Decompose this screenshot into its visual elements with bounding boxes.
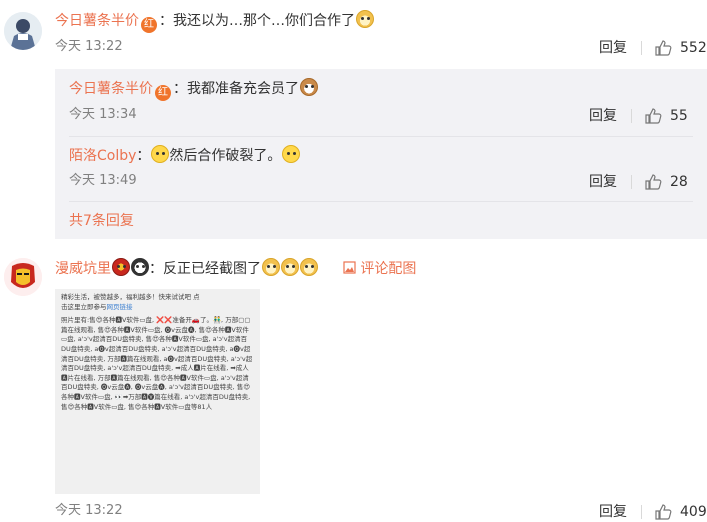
comment-image[interactable]: 精彩生活，被赞越多，福利越多！快来试试吧 点 击这里立即参与网页链接 照片里有:… xyxy=(55,289,260,494)
vip-badge-icon: 红 xyxy=(155,85,171,101)
doge-emoji-icon xyxy=(356,10,374,28)
reply-line: 陌洛Colby： 然后合作破裂了。 xyxy=(69,145,301,166)
avatar[interactable] xyxy=(4,258,42,296)
divider xyxy=(69,201,693,202)
thumbs-up-icon xyxy=(645,108,662,124)
doge-emoji-icon xyxy=(300,258,318,276)
like-count: 55 xyxy=(670,108,688,124)
like-count: 552 xyxy=(680,40,707,56)
image-text: 击这里立即参与网页链接 xyxy=(61,302,133,311)
like-button[interactable]: 552 xyxy=(641,39,707,57)
like-button[interactable]: 28 xyxy=(631,173,688,191)
username-link[interactable]: 陌洛Colby xyxy=(69,148,136,164)
reply-time: 今天 13:49 xyxy=(69,173,137,188)
reply-line: 今日薯条半价红：我都准备充会员了 xyxy=(69,78,318,101)
ironman-badge-icon xyxy=(112,258,130,276)
comment-line: 漫威坑里 ：反正已经截图了 评论配图 xyxy=(55,258,416,279)
cat-emoji-icon xyxy=(300,78,318,96)
thumbs-up-icon xyxy=(655,40,672,56)
comment-line: 今日薯条半价红：我还以为…那个…你们合作了 xyxy=(55,10,374,33)
divider xyxy=(631,109,632,123)
thumbs-up-icon xyxy=(655,504,672,520)
vip-badge-icon: 红 xyxy=(141,17,157,33)
doge-emoji-icon xyxy=(262,258,280,276)
username-link[interactable]: 今日薯条半价 xyxy=(69,81,153,97)
laugh-emoji-icon xyxy=(282,145,301,163)
comment-image-link[interactable]: 评论配图 xyxy=(360,261,416,277)
reply-button[interactable]: 回复 xyxy=(599,503,627,521)
eye-roll-emoji-icon xyxy=(151,145,170,163)
divider xyxy=(631,175,632,189)
comment-time: 今天 13:22 xyxy=(55,503,123,518)
reply-text: ： xyxy=(136,148,151,164)
doge-emoji-icon xyxy=(281,258,299,276)
username-link[interactable]: 今日薯条半价 xyxy=(55,13,139,29)
image-icon xyxy=(343,261,356,274)
reply-text: 然后合作破裂了。 xyxy=(169,148,282,164)
divider xyxy=(641,505,642,519)
thumbs-up-icon xyxy=(645,174,662,190)
username-link[interactable]: 漫威坑里 xyxy=(55,261,111,277)
divider xyxy=(641,41,642,55)
avatar[interactable] xyxy=(4,12,42,50)
like-count: 409 xyxy=(680,504,707,520)
divider xyxy=(69,136,693,137)
like-button[interactable]: 55 xyxy=(631,107,688,125)
comment-text: ：我还以为…那个…你们合作了 xyxy=(159,13,355,29)
reply-button[interactable]: 回复 xyxy=(589,173,617,191)
image-text: 精彩生活，被赞越多，福利越多！快来试试吧 点 xyxy=(61,293,200,301)
reply-button[interactable]: 回复 xyxy=(589,107,617,125)
more-replies-link[interactable]: 共7条回复 xyxy=(69,211,134,231)
reply-text: ：我都准备充会员了 xyxy=(173,81,299,97)
comment-text: ：反正已经截图了 xyxy=(149,261,261,277)
panda-badge-icon xyxy=(131,258,149,276)
comment-time: 今天 13:22 xyxy=(55,39,123,54)
reply-time: 今天 13:34 xyxy=(69,107,137,122)
image-text: 照片里有:售😍各种🅰V软件▭盘, ❌❌准备开🚗了。👬, 万部▢▢篇在线观看, 售… xyxy=(61,316,253,411)
like-button[interactable]: 409 xyxy=(641,503,707,521)
like-count: 28 xyxy=(670,174,688,190)
reply-button[interactable]: 回复 xyxy=(599,39,627,57)
